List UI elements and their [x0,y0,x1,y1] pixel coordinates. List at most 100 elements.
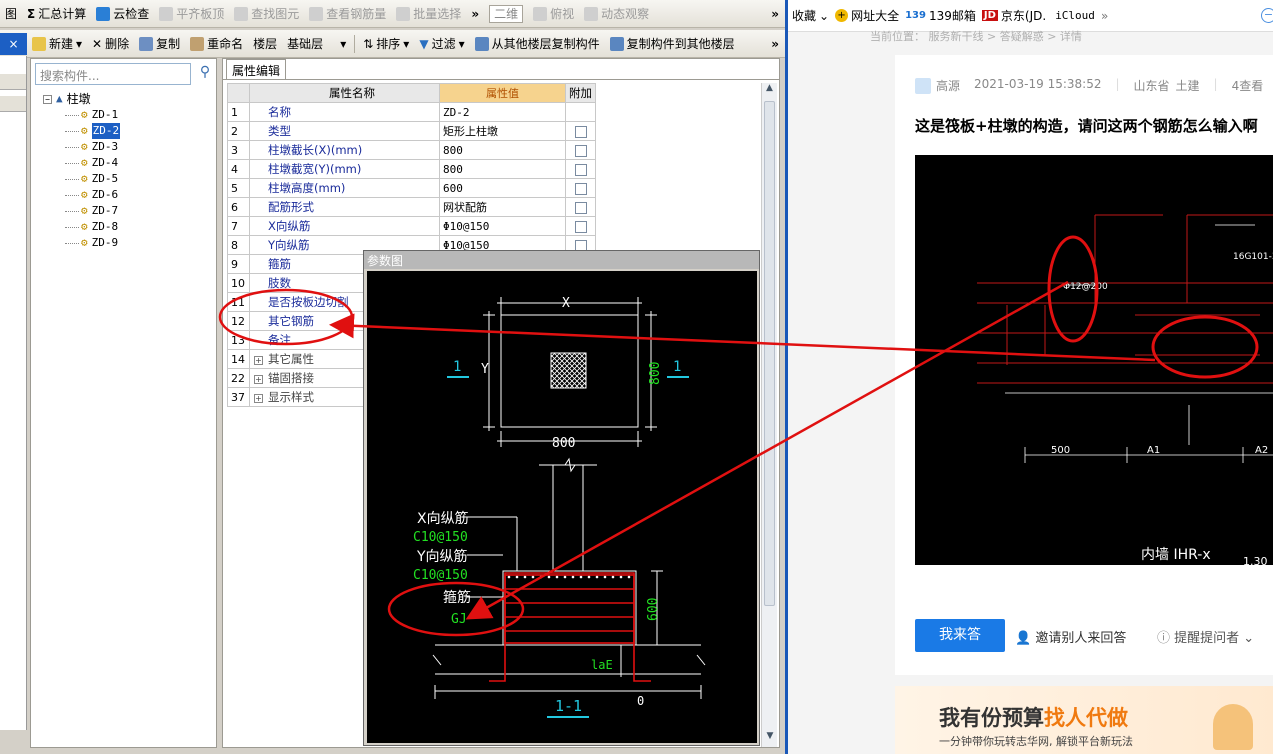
search-icon[interactable]: ⚲ [195,64,215,84]
extra-checkbox[interactable] [574,144,587,157]
strip-tab[interactable] [0,74,26,90]
extra-checkbox[interactable] [574,201,587,214]
ad-banner[interactable]: 我有份预算找人代做 一分钟带你玩转志华网, 解锁平台新玩法 [895,686,1273,754]
extra-checkbox[interactable] [574,125,587,138]
question-image[interactable]: 500 A1 A2 16G101-3 Φ12@200 内墙 IHR-x 1.30 [915,155,1273,568]
component-gear-icon: ⚙ [81,204,88,217]
toolbar-overflow-2[interactable]: » [771,7,785,21]
scroll-thumb[interactable] [764,101,775,606]
bookmark-web-directory[interactable]: + 网址大全 [835,7,899,24]
extra-checkbox[interactable] [574,220,587,233]
property-row[interactable]: 2 类型 矩形上柱墩 [227,121,596,141]
ad-title-highlight: 找人代做 [1044,706,1128,730]
invite-answer-link[interactable]: 👤 邀请别人来回答 [1015,627,1126,646]
close-panel-button[interactable]: × [0,32,27,55]
extra-checkbox[interactable] [574,182,587,195]
favorites-button[interactable]: 收藏 ⌄ [792,7,829,24]
tree-item[interactable]: ⚙ ZD-1 [43,107,120,123]
property-value[interactable]: Φ10@150 [439,216,566,236]
answer-button[interactable]: 我来答 [915,619,1005,652]
property-value[interactable]: 600 [439,178,566,198]
tree-item[interactable]: ⚙ ZD-4 [43,155,120,171]
delete-button[interactable]: ✕ 删除 [87,33,134,55]
sort-button[interactable]: ⇅ 排序 ▾ [358,33,414,55]
property-row[interactable]: 7 X向纵筋 Φ10@150 [227,216,596,236]
dynamic-view-button[interactable]: 动态观察 [579,3,654,25]
row-number: 10 [227,273,250,293]
bookmark-jd[interactable]: JD 京东(JD. [981,7,1046,24]
tree-item[interactable]: ⚙ ZD-9 [43,235,120,251]
floor-select[interactable]: 基础层 ▾ [282,33,351,55]
rebar-icon [309,6,324,21]
summary-calc-button[interactable]: Σ 汇总计算 [22,3,91,25]
tree-item[interactable]: ⚙ ZD-5 [43,171,120,187]
property-value[interactable]: 矩形上柱墩 [439,121,566,141]
find-element-button[interactable]: 查找图元 [229,3,304,25]
toolbar-divider [354,34,356,53]
search-input[interactable]: 搜索构件... [35,63,191,85]
new-button[interactable]: 新建 ▾ [27,33,87,55]
scroll-up-icon[interactable]: ▲ [762,83,777,99]
expand-icon[interactable]: + [254,394,263,403]
toolbar-overflow-1[interactable]: » [466,3,484,25]
toolbar-overflow-3[interactable]: » [771,37,785,51]
property-row[interactable]: 4 柱墩截宽(Y)(mm) 800 [227,159,596,179]
property-value[interactable]: 网状配筋 [439,197,566,217]
rename-button[interactable]: 重命名 [185,33,248,55]
bookmarks-overflow[interactable]: » [1101,9,1108,23]
row-number: 3 [227,140,250,160]
row-number: 14 [227,349,250,369]
tab-property-edit[interactable]: 属性编辑 [226,59,287,79]
floor-label: 楼层 [253,37,278,51]
bookmark-icloud[interactable]: iCloud [1052,9,1095,22]
component-tree-panel: 搜索构件... ⚲ − ▲ 柱墩 ⚙ ZD-1 ⚙ ZD-2 ⚙ ZD-3 ⚙ ZD-4 ⚙ ZD… [30,58,217,748]
expand-icon[interactable]: + [254,356,263,365]
copy-to-floor-button[interactable]: 复制构件到其他楼层 [605,33,740,55]
tree-item[interactable]: ⚙ ZD-6 [43,187,120,203]
copy-from-floor-button[interactable]: 从其他楼层复制构件 [470,33,605,55]
tree-root[interactable]: − ▲ 柱墩 [43,91,120,107]
property-row[interactable]: 6 配筋形式 网状配筋 [227,197,596,217]
parameter-diagram-dialog: 参数图 X Y 800 800 1 1 X向纵筋 C10@150 Y向纵筋 C1… [363,250,760,746]
property-value[interactable]: 800 [439,159,566,179]
cloud-check-button[interactable]: 云检查 [91,3,154,25]
vertical-scrollbar[interactable]: ▲ ▼ [761,83,777,747]
property-value[interactable]: 800 [439,140,566,160]
rebar-dot [611,575,615,579]
view-mode-select[interactable]: 二维 [484,3,528,25]
dialog-title[interactable]: 参数图 [364,251,759,269]
property-name: 名称 [249,102,440,122]
main-toolbar: 图 Σ 汇总计算 云检查 平齐板顶 查找图元 查看钢筋量 批量选择 » 二维 俯视… [0,0,785,28]
view-rebar-button[interactable]: 查看钢筋量 [304,3,391,25]
remind-asker-link[interactable]: ⓘ 提醒提问者 ⌄ [1157,627,1254,646]
align-slab-top-button[interactable]: 平齐板顶 [154,3,229,25]
property-row[interactable]: 1 名称 ZD-2 [227,102,596,122]
property-row[interactable]: 5 柱墩高度(mm) 600 [227,178,596,198]
bookmark-139-mail[interactable]: 139 139邮箱 [905,7,976,24]
x-rebar-label: X向纵筋 [417,510,469,527]
tree-item[interactable]: ⚙ ZD-8 [43,219,120,235]
avatar[interactable] [915,77,931,94]
tree-item[interactable]: ⚙ ZD-3 [43,139,120,155]
scroll-down-icon[interactable]: ▼ [762,731,778,747]
view-direction-select[interactable]: 俯视 [528,3,579,25]
strip-tab[interactable] [0,96,26,112]
tree-item[interactable]: ⚙ ZD-2 [43,123,121,139]
row-number: 4 [227,159,250,179]
property-row[interactable]: 3 柱墩截长(X)(mm) 800 [227,140,596,160]
extra-checkbox[interactable] [574,163,587,176]
batch-select-button[interactable]: 批量选择 [391,3,466,25]
toolbar-item-drawing[interactable]: 图 [0,3,22,25]
minimize-icon[interactable]: − [1261,8,1273,23]
cube-icon [533,6,548,21]
author-name[interactable]: 高源 [936,77,960,94]
collapse-icon[interactable]: − [43,94,52,104]
height-value: 600 [646,598,661,621]
tree-item[interactable]: ⚙ ZD-7 [43,203,120,219]
rebar-dot [587,575,591,579]
property-value[interactable]: ZD-2 [439,102,566,122]
copy-button[interactable]: 复制 [134,33,185,55]
expand-icon[interactable]: + [254,375,263,384]
row-number: 37 [227,387,250,407]
filter-button[interactable]: ▼ 过滤 ▾ [414,33,469,55]
